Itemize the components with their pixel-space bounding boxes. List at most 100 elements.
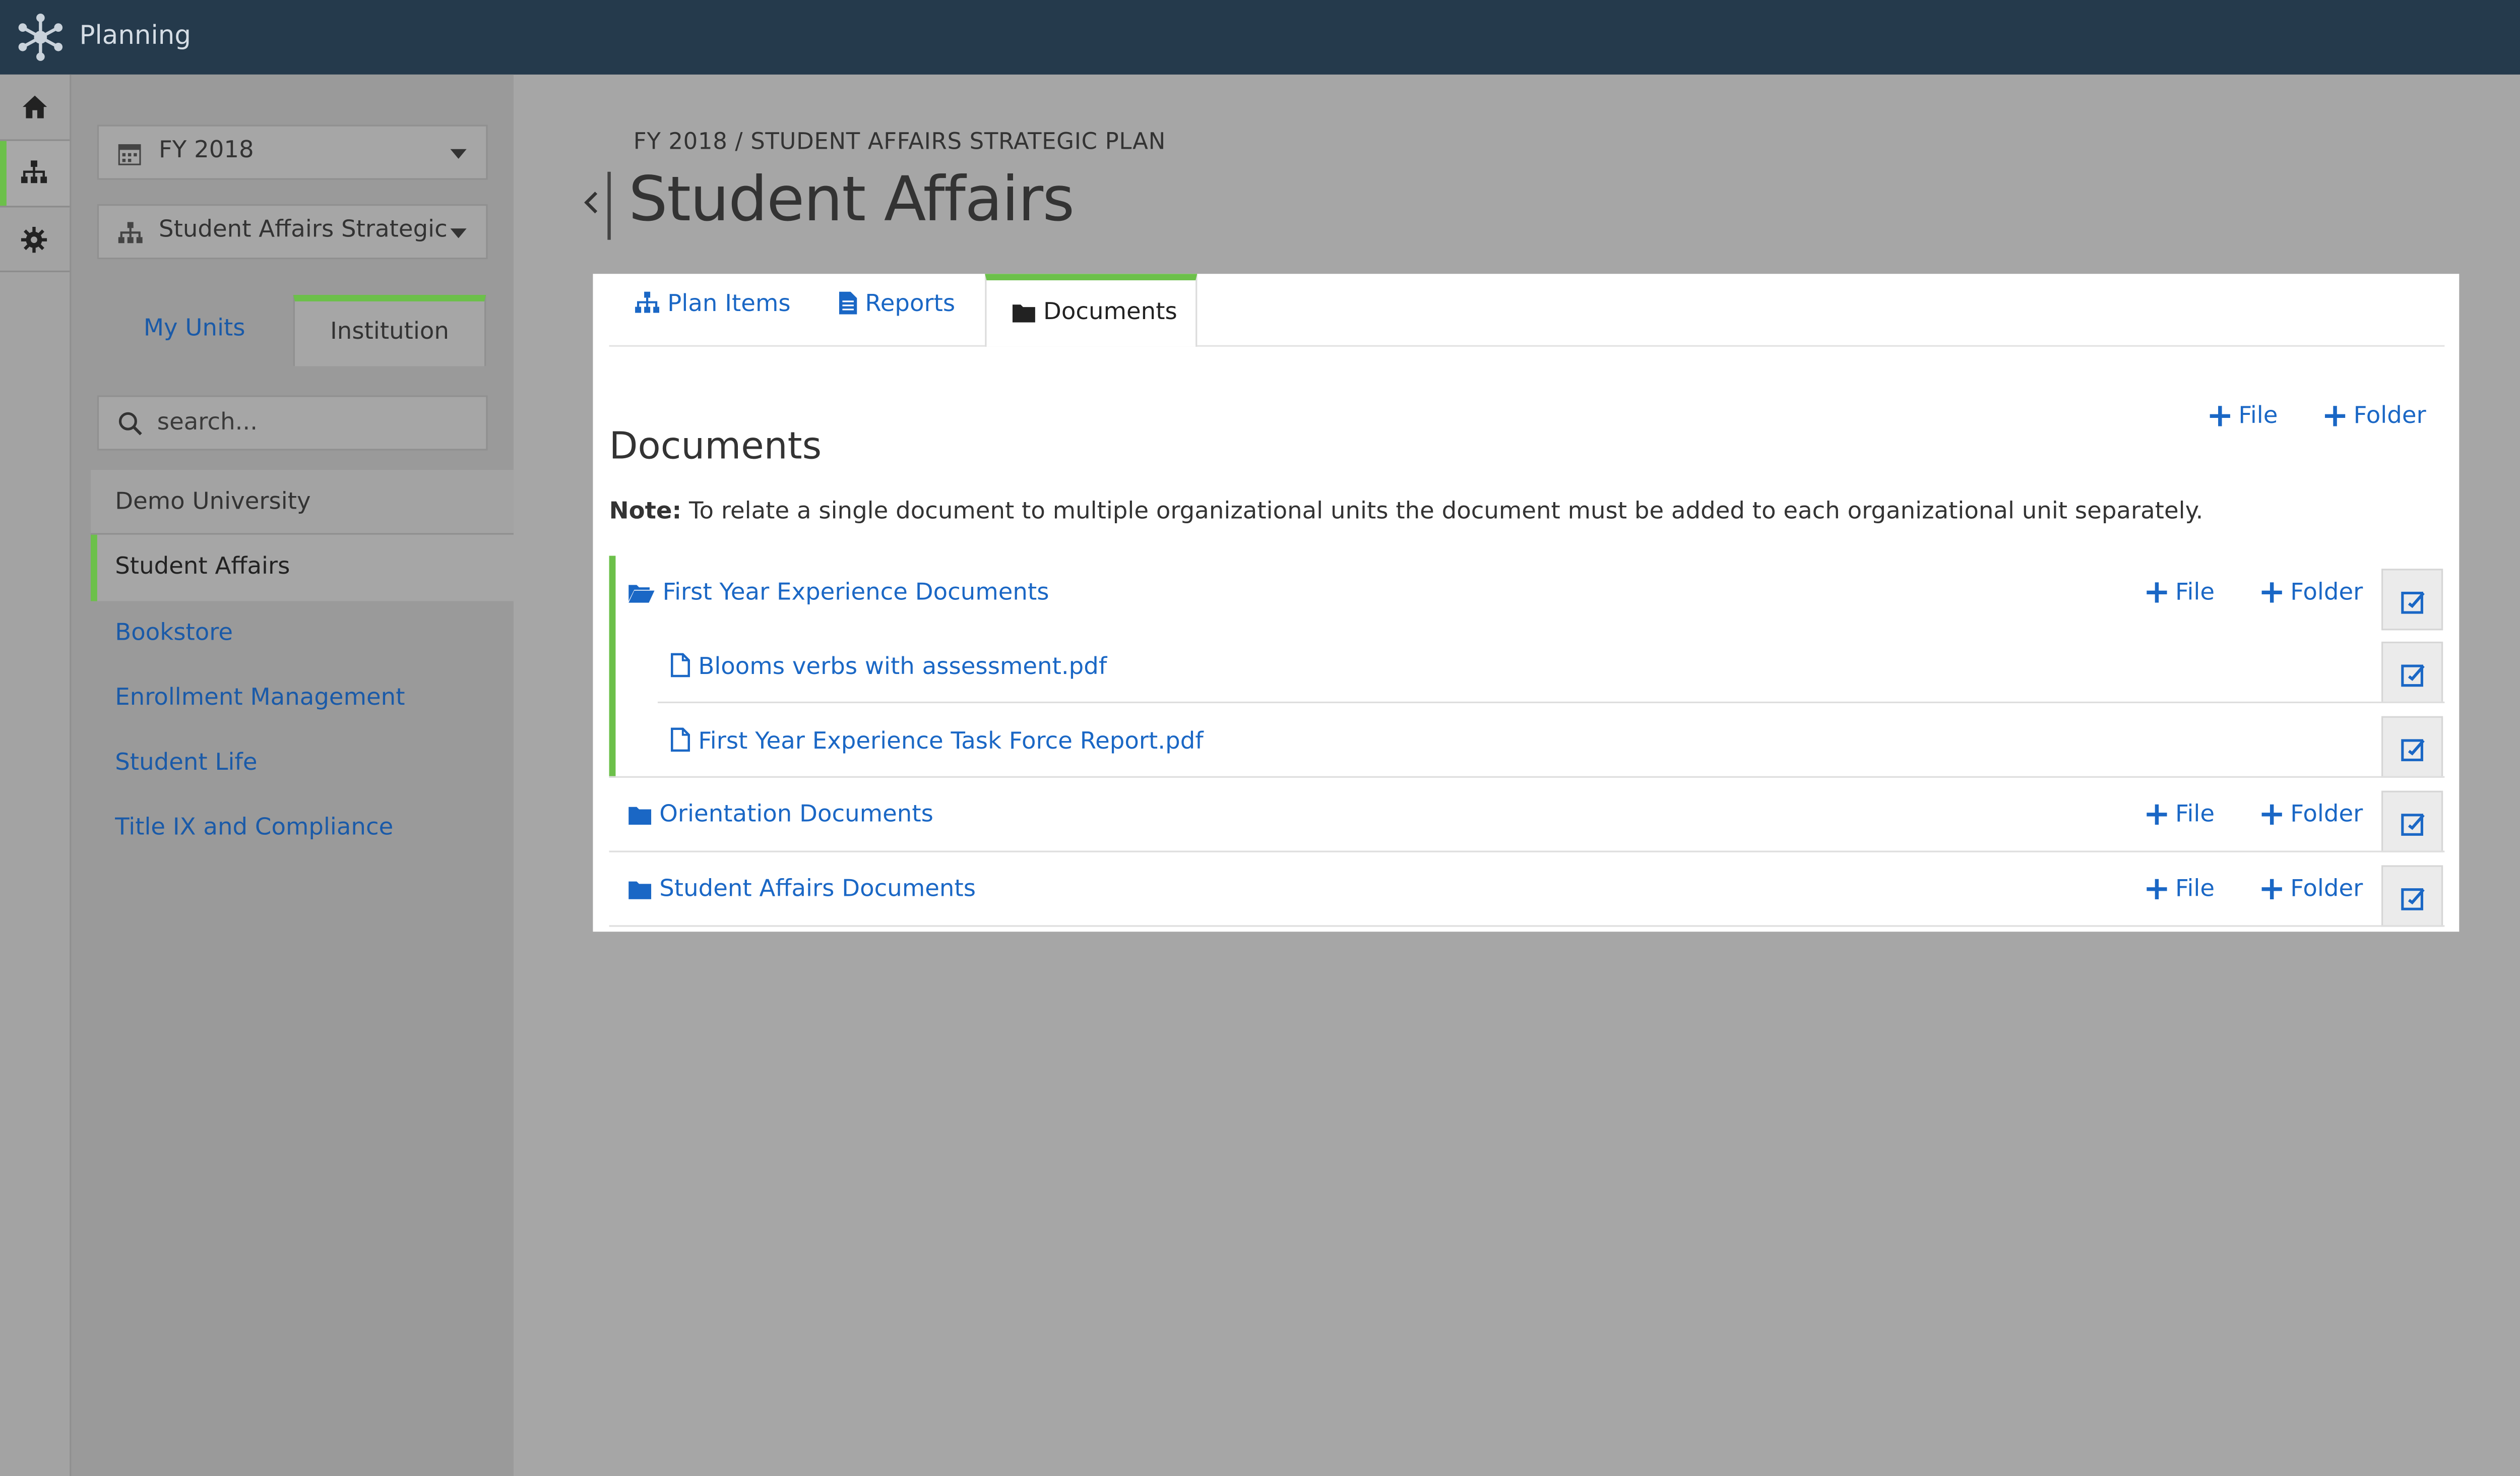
file-icon <box>671 727 690 752</box>
plan-value: Student Affairs Strategic Plan <box>159 217 451 243</box>
add-file-label: File <box>2175 580 2215 606</box>
app-title: Planning <box>79 19 192 50</box>
content-tabs: Plan Items Reports Documents <box>609 274 2445 347</box>
unit-enrollment-management[interactable]: Enrollment Management <box>91 666 514 731</box>
tab-reports[interactable]: Reports <box>839 274 955 345</box>
chevron-left-icon <box>584 192 598 214</box>
add-folder-button[interactable]: + Folder <box>2258 794 2363 833</box>
note-text: To relate a single document to multiple … <box>681 499 2203 525</box>
row-divider <box>609 925 2445 927</box>
sitemap-icon <box>635 291 660 313</box>
gear-icon <box>21 227 47 253</box>
icon-rail <box>0 74 72 1476</box>
row-divider <box>658 701 2445 704</box>
folder-first-year-experience[interactable]: First Year Experience Documents <box>628 580 1049 606</box>
add-file-label: File <box>2175 802 2215 828</box>
documents-heading: Documents <box>609 426 822 468</box>
file-icon <box>671 653 690 678</box>
edit-button[interactable] <box>2381 641 2443 704</box>
documents-note: Note: To relate a single document to mul… <box>609 499 2203 525</box>
search-icon <box>118 412 142 436</box>
add-file-label: File <box>2238 403 2278 429</box>
rail-divider <box>0 270 70 273</box>
tab-label: Reports <box>865 291 956 318</box>
collapse-sidebar-button[interactable] <box>580 171 616 240</box>
side-panel: FY 2018 Student Affairs Strategic Plan M… <box>71 74 514 1476</box>
plus-icon: + <box>2258 794 2286 833</box>
page-title: Student Affairs <box>628 163 1075 235</box>
plus-icon: + <box>2258 868 2286 908</box>
planning-logo-icon[interactable] <box>15 12 67 64</box>
folder-icon <box>1012 304 1035 323</box>
home-icon <box>23 95 47 118</box>
add-folder-label: Folder <box>2290 876 2363 903</box>
plus-icon: + <box>2143 794 2171 833</box>
unit-tabs: My Units Institution <box>97 295 488 366</box>
fiscal-year-select[interactable]: FY 2018 <box>97 125 488 180</box>
plus-icon: + <box>2206 395 2234 435</box>
rail-home[interactable] <box>0 75 70 140</box>
file-name: Blooms verbs with assessment.pdf <box>698 654 1107 681</box>
rail-hierarchy[interactable] <box>0 141 70 206</box>
edit-icon <box>2401 814 2425 836</box>
unit-search <box>97 395 488 451</box>
unit-student-affairs[interactable]: Student Affairs <box>91 534 514 601</box>
edit-button[interactable] <box>2381 865 2443 927</box>
folder-icon <box>628 881 652 899</box>
tab-my-units[interactable]: My Units <box>97 295 292 366</box>
sitemap-icon <box>21 160 47 183</box>
add-folder-button[interactable]: + Folder <box>2258 868 2363 908</box>
add-file-button[interactable]: + File <box>2143 572 2215 611</box>
add-folder-label: Folder <box>2290 802 2363 828</box>
edit-icon <box>2401 888 2425 910</box>
document-icon <box>839 291 857 315</box>
title-divider <box>607 171 611 240</box>
sitemap-icon <box>118 222 143 243</box>
add-folder-button[interactable]: + Folder <box>2258 575 2363 607</box>
row-divider <box>609 850 2445 852</box>
add-file-button[interactable]: + File <box>2143 868 2215 908</box>
tab-plan-items[interactable]: Plan Items <box>635 274 791 345</box>
tab-documents[interactable]: Documents <box>985 274 1198 347</box>
add-file-button[interactable]: + File <box>2143 794 2215 833</box>
chevron-down-icon <box>450 149 467 159</box>
unit-student-life[interactable]: Student Life <box>91 731 514 796</box>
plus-icon: + <box>2143 868 2171 908</box>
edit-icon <box>2401 739 2425 762</box>
folder-name: Orientation Documents <box>659 802 933 828</box>
add-folder-label: Folder <box>2290 580 2363 606</box>
row-divider <box>609 776 2445 778</box>
fiscal-year-value: FY 2018 <box>159 138 254 164</box>
top-bar: Planning <box>0 0 2520 75</box>
folder-name: First Year Experience Documents <box>662 580 1049 606</box>
folder-name: Student Affairs Documents <box>659 876 976 903</box>
add-folder-button[interactable]: + Folder <box>2321 395 2426 435</box>
expanded-folder-indicator <box>609 556 616 778</box>
rail-settings[interactable] <box>0 207 70 272</box>
search-input[interactable] <box>157 406 465 440</box>
edit-button[interactable] <box>2381 716 2443 778</box>
edit-button[interactable] <box>2381 790 2443 852</box>
tab-label: Plan Items <box>667 291 791 318</box>
unit-demo-university[interactable]: Demo University <box>91 470 514 535</box>
folder-icon <box>628 807 652 825</box>
plan-select[interactable]: Student Affairs Strategic Plan <box>97 204 488 260</box>
plus-icon: + <box>2143 572 2171 611</box>
folder-student-affairs[interactable]: Student Affairs Documents <box>628 877 976 902</box>
edit-button[interactable] <box>2381 569 2443 631</box>
unit-bookstore[interactable]: Bookstore <box>91 601 514 666</box>
file-fye-task-force-report[interactable]: First Year Experience Task Force Report.… <box>671 727 1204 755</box>
plus-icon: + <box>2321 395 2349 435</box>
chevron-down-icon <box>450 228 467 238</box>
edit-icon <box>2401 591 2425 614</box>
folder-open-icon <box>628 585 655 603</box>
note-label: Note: <box>609 499 682 525</box>
file-blooms-verbs[interactable]: Blooms verbs with assessment.pdf <box>671 653 1107 681</box>
tab-institution[interactable]: Institution <box>293 295 486 366</box>
tab-label: Documents <box>1043 299 1177 326</box>
unit-list: Demo University Student Affairs Bookstor… <box>91 470 514 860</box>
add-file-button[interactable]: + File <box>2206 395 2278 435</box>
folder-orientation[interactable]: Orientation Documents <box>628 802 933 828</box>
unit-title-ix-compliance[interactable]: Title IX and Compliance <box>91 795 514 860</box>
documents-card: Plan Items Reports Documents + File + Fold… <box>593 274 2460 932</box>
